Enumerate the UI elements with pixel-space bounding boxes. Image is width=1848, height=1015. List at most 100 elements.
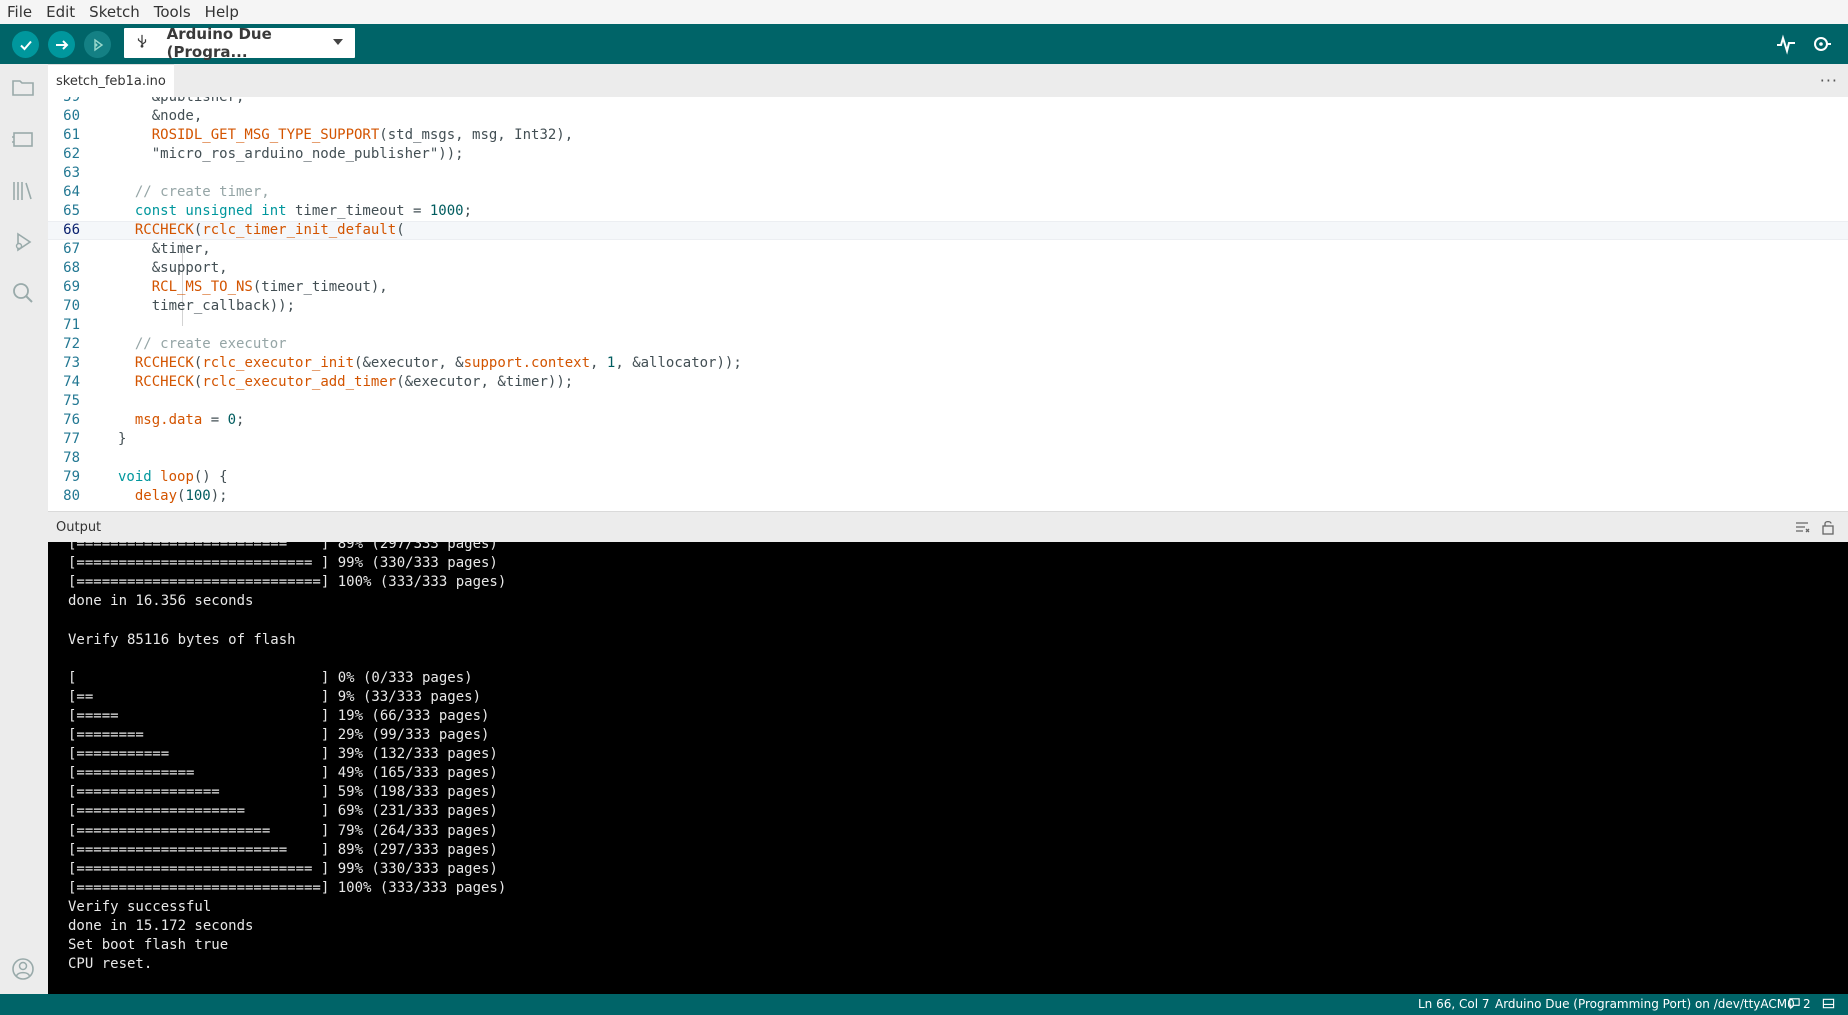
code-line[interactable]: 68 &support, <box>48 259 1848 278</box>
code-token: ); <box>210 488 228 504</box>
lock-icon[interactable] <box>1820 519 1836 535</box>
line-number: 78 <box>63 450 80 466</box>
folder-icon[interactable] <box>10 74 36 100</box>
line-number: 71 <box>63 317 80 333</box>
tab-sketch-file[interactable]: sketch_feb1a.ino <box>48 64 174 98</box>
output-line: done in 16.356 seconds <box>68 593 254 610</box>
menu-help[interactable]: Help <box>198 3 246 21</box>
line-number: 70 <box>63 298 80 314</box>
code-line[interactable]: 70 timer_callback)); <box>48 297 1848 316</box>
code-text: "micro_ros_arduino_node_publisher")); <box>118 145 464 164</box>
code-token: timer_callback)); <box>118 298 296 314</box>
code-line[interactable]: 75 <box>48 392 1848 411</box>
code-line[interactable]: 67 &timer, <box>48 240 1848 259</box>
clear-output-icon[interactable] <box>1794 519 1810 535</box>
output-console[interactable]: [========================= ] 89% (297/33… <box>48 542 1848 994</box>
notification-count[interactable]: 2 <box>1803 997 1811 1011</box>
code-text: msg.data = 0; <box>118 411 245 430</box>
line-number: 66 <box>63 222 80 238</box>
code-line[interactable]: 62 "micro_ros_arduino_node_publisher")); <box>48 145 1848 164</box>
code-line[interactable]: 65 const unsigned int timer_timeout = 10… <box>48 202 1848 221</box>
code-token: // create executor <box>118 336 287 352</box>
code-line[interactable]: 77} <box>48 430 1848 449</box>
output-line: [============================ ] 99% (330… <box>68 860 498 877</box>
code-line[interactable]: 69 RCL_MS_TO_NS(timer_timeout), <box>48 278 1848 297</box>
serial-plotter-button[interactable] <box>1775 33 1797 55</box>
more-icon[interactable]: ··· <box>1820 71 1838 90</box>
output-line: CPU reset. <box>68 956 153 973</box>
code-token: ( <box>396 222 405 238</box>
code-line[interactable]: 76 msg.data = 0; <box>48 411 1848 430</box>
code-line[interactable]: 79 void loop() { <box>48 468 1848 487</box>
activity-sidebar <box>0 64 48 994</box>
code-line[interactable]: 73 RCCHECK(rclc_executor_init(&executor,… <box>48 354 1848 373</box>
code-line[interactable]: 63 <box>48 164 1848 183</box>
chevron-down-icon <box>333 39 343 45</box>
board-manager-icon[interactable] <box>10 126 36 152</box>
checkmark-icon <box>19 40 32 50</box>
menu-edit[interactable]: Edit <box>39 3 82 21</box>
code-line[interactable]: 66 RCCHECK(rclc_timer_init_default( <box>48 221 1848 240</box>
line-number: 59 <box>63 97 80 105</box>
output-line: [======================= ] 79% (264/333 … <box>68 822 498 839</box>
code-line[interactable]: 72 // create executor <box>48 335 1848 354</box>
line-number: 60 <box>63 108 80 124</box>
code-token: &node, <box>118 108 203 124</box>
code-line[interactable]: 80 delay(100); <box>48 487 1848 506</box>
verify-button[interactable] <box>12 31 39 58</box>
line-number: 72 <box>63 336 80 352</box>
menu-file[interactable]: File <box>0 3 39 21</box>
line-number: 62 <box>63 146 80 162</box>
search-icon[interactable] <box>10 280 36 306</box>
code-line[interactable]: 78 <box>48 449 1848 468</box>
output-line: [==================== ] 69% (231/333 pag… <box>68 803 498 820</box>
line-number: 67 <box>63 241 80 257</box>
line-number: 68 <box>63 260 80 276</box>
code-line[interactable]: 74 RCCHECK(rclc_executor_add_timer(&exec… <box>48 373 1848 392</box>
code-token: const unsigned int <box>134 203 287 219</box>
serial-monitor-button[interactable] <box>1810 33 1832 55</box>
status-bar: Ln 66, Col 7 Arduino Due (Programming Po… <box>0 994 1848 1015</box>
code-token: delay <box>134 488 178 504</box>
library-icon[interactable] <box>10 178 36 204</box>
line-number: 79 <box>63 469 80 485</box>
debug-button[interactable] <box>84 31 111 58</box>
notification-icon[interactable] <box>1788 997 1801 1013</box>
code-line[interactable]: 71 <box>48 316 1848 335</box>
code-token: RCL_MS_TO_NS <box>151 279 253 295</box>
cursor-position[interactable]: Ln 66, Col 7 <box>1418 997 1490 1011</box>
toggle-output-icon[interactable] <box>1822 997 1835 1013</box>
code-line[interactable]: 59 &publisher, <box>48 97 1848 107</box>
code-text: timer_callback)); <box>118 297 295 316</box>
code-token: rclc_executor_add_timer <box>202 374 397 390</box>
code-token: timer_timeout = <box>286 203 430 219</box>
code-token: 100 <box>185 488 211 504</box>
code-token: ; <box>463 203 473 219</box>
code-token: (std_msgs, msg, Int32), <box>379 127 574 143</box>
board-selector[interactable]: Arduino Due (Progra... <box>124 25 355 61</box>
board-port-status[interactable]: Arduino Due (Programming Port) on /dev/t… <box>1495 997 1795 1011</box>
plotter-icon <box>1777 34 1795 55</box>
code-line[interactable]: 64 // create timer, <box>48 183 1848 202</box>
line-number: 63 <box>63 165 80 181</box>
code-line[interactable]: 60 &node, <box>48 107 1848 126</box>
code-line[interactable]: 61 ROSIDL_GET_MSG_TYPE_SUPPORT(std_msgs,… <box>48 126 1848 145</box>
menu-sketch[interactable]: Sketch <box>82 3 147 21</box>
account-icon[interactable] <box>10 956 36 982</box>
line-number: 74 <box>63 374 80 390</box>
line-number: 80 <box>63 488 80 504</box>
output-line: [===== ] 19% (66/333 pages) <box>68 707 490 724</box>
debug-icon[interactable] <box>10 229 36 255</box>
output-line: [=============================] 100% (33… <box>68 879 507 896</box>
code-token: 0 <box>227 412 237 428</box>
menu-tools[interactable]: Tools <box>147 3 198 21</box>
code-token: rclc_executor_init <box>202 355 355 371</box>
line-number: 69 <box>63 279 80 295</box>
upload-button[interactable] <box>48 31 75 58</box>
code-editor[interactable]: 59 &publisher, 60 &node, 61 ROSIDL_GET_MSG… <box>48 97 1848 511</box>
code-token: void <box>118 469 152 485</box>
code-token: , <box>590 355 607 371</box>
